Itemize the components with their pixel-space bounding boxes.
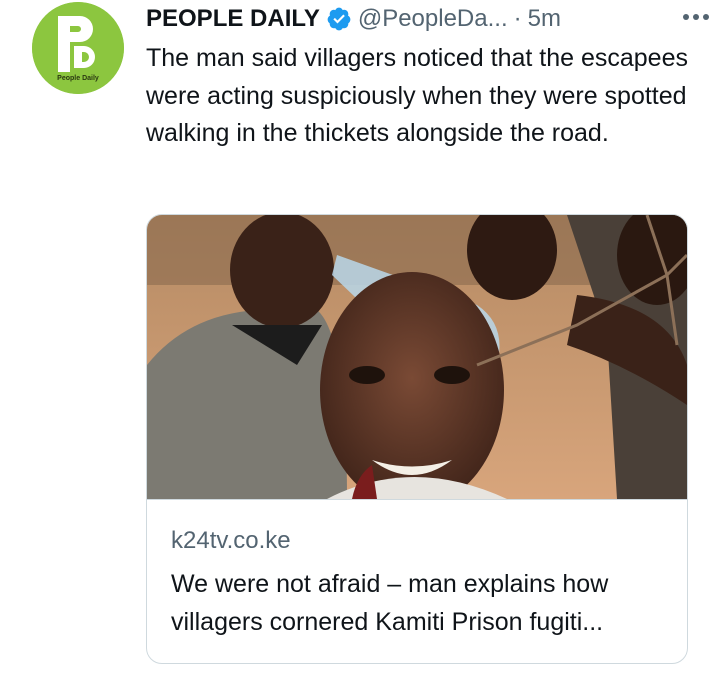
link-card[interactable]: k24tv.co.ke We were not afraid – man exp… (146, 214, 688, 664)
display-name[interactable]: PEOPLE DAILY (146, 5, 320, 33)
verified-badge-icon (326, 6, 352, 32)
card-image[interactable] (147, 215, 687, 499)
separator-dot: · (513, 5, 522, 32)
tweet-header: PEOPLE DAILY @PeopleDa... · 5m (146, 2, 691, 36)
avatar[interactable]: People Daily (32, 2, 124, 94)
card-title[interactable]: We were not afraid – man explains how vi… (171, 565, 671, 641)
more-horizontal-icon[interactable] (679, 4, 713, 30)
people-daily-logo-icon: People Daily (32, 2, 124, 94)
card-domain[interactable]: k24tv.co.ke (171, 527, 291, 555)
tweet-text: The man said villagers noticed that the … (146, 44, 688, 147)
article-photo (147, 215, 687, 499)
timestamp[interactable]: 5m (528, 5, 561, 33)
card-divider (147, 499, 687, 500)
avatar-caption: People Daily (57, 75, 99, 82)
handle[interactable]: @PeopleDa... (358, 5, 508, 33)
